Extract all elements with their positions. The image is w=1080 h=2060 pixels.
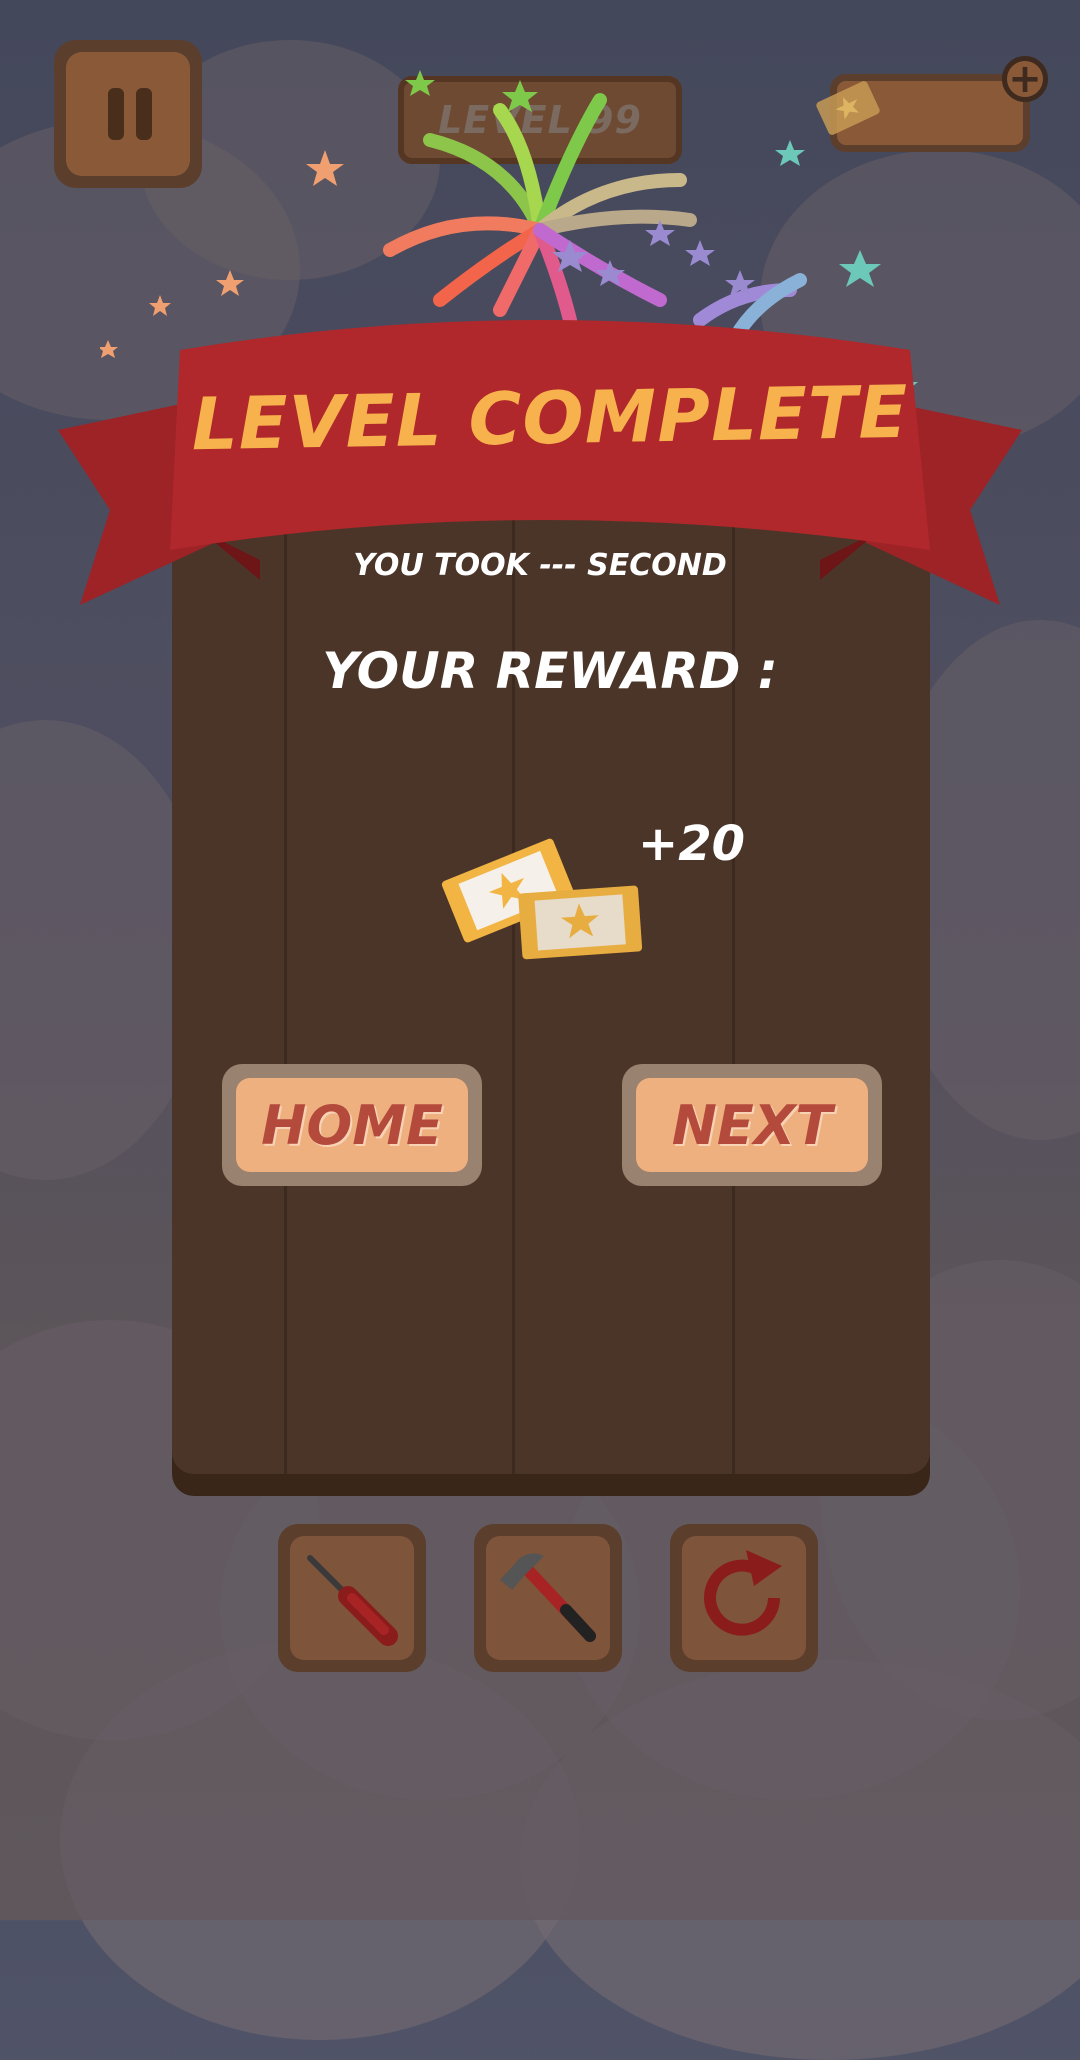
reward-amount: +20 [638,816,746,872]
home-button[interactable]: HOME [222,1064,482,1186]
restart-tool-button[interactable] [670,1524,818,1672]
hammer-tool-button[interactable] [474,1524,622,1672]
hammer-icon [500,1553,596,1642]
screwdriver-icon [307,1555,398,1646]
next-button-label: NEXT [636,1078,868,1172]
screwdriver-tool-button[interactable] [278,1524,426,1672]
reward-label: YOUR REWARD : [322,642,778,700]
next-button[interactable]: NEXT [622,1064,882,1186]
add-tickets-button[interactable]: + [1002,56,1048,102]
plus-icon: + [1008,56,1042,102]
reward-ticket-icon [441,838,643,960]
restart-icon [704,1550,782,1636]
home-button-label: HOME [236,1078,468,1172]
time-taken-text: YOU TOOK --- SECOND [353,548,727,583]
